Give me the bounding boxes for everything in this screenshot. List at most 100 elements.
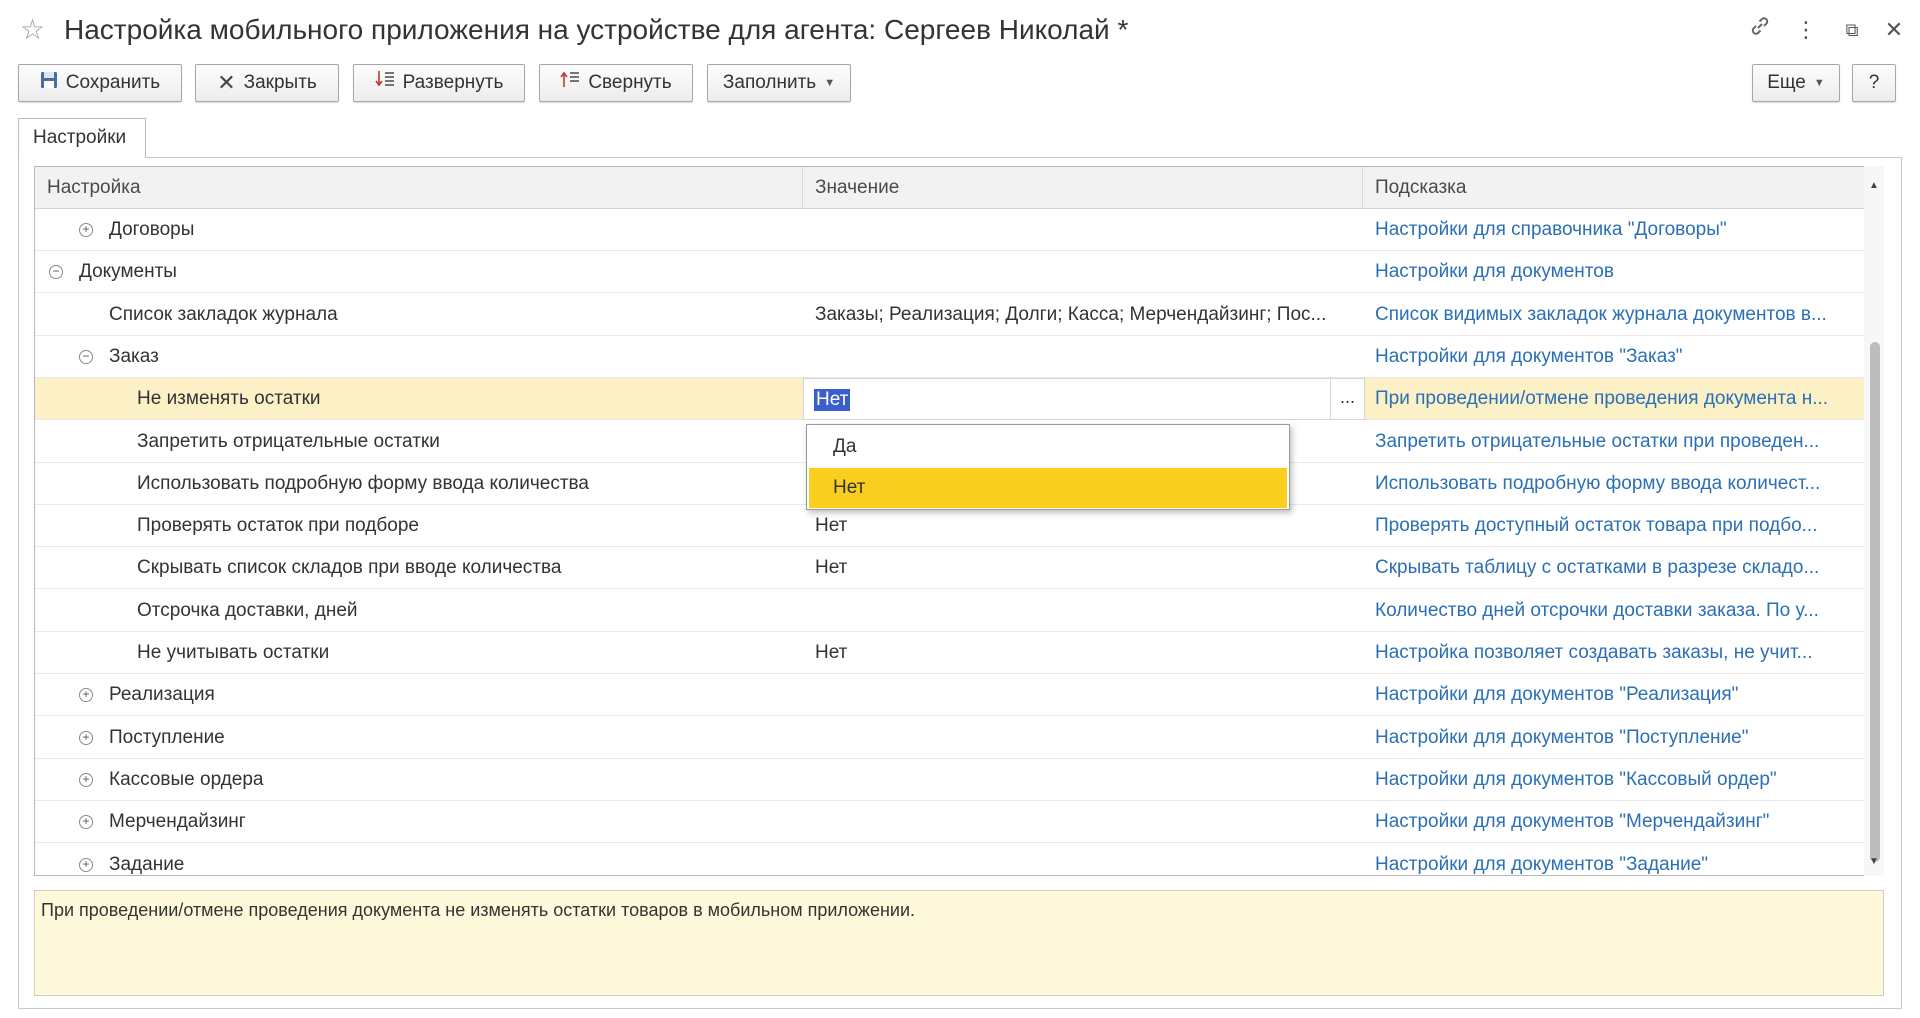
setting-name-cell[interactable]: Использовать подробную форму ввода колич… — [35, 463, 803, 505]
setting-name-cell[interactable]: + Реализация — [35, 674, 803, 716]
setting-value-cell[interactable]: Заказы; Реализация; Долги; Касса; Мерчен… — [803, 294, 1363, 336]
setting-value-cell[interactable]: Нет — [803, 632, 1363, 674]
table-row[interactable]: + Поступление Настройки для документов "По… — [35, 717, 1865, 759]
scroll-thumb[interactable] — [1870, 342, 1880, 862]
scroll-up-icon[interactable]: ▲ — [1864, 176, 1884, 196]
column-header-value[interactable]: Значение — [803, 167, 1363, 209]
setting-value-cell[interactable] — [803, 801, 1363, 843]
setting-value-cell[interactable] — [803, 590, 1363, 632]
close-label: Закрыть — [243, 72, 317, 93]
table-row[interactable]: + Задание Настройки для документов "Задани… — [35, 844, 1865, 875]
dropdown-option[interactable]: Нет — [809, 468, 1287, 508]
chevron-down-icon: ▼ — [824, 77, 836, 89]
setting-name-cell[interactable]: Запретить отрицательные остатки — [35, 421, 803, 463]
expand-node-icon[interactable]: + — [79, 223, 93, 237]
setting-name-cell[interactable]: + Задание — [35, 844, 803, 875]
expand-button[interactable]: Развернуть — [353, 64, 525, 102]
setting-value-cell[interactable] — [803, 336, 1363, 378]
setting-hint-cell[interactable]: Настройки для документов — [1363, 251, 1863, 293]
table-row[interactable]: + Мерчендайзинг Настройки для документов "… — [35, 801, 1865, 843]
setting-name-cell[interactable]: Проверять остаток при подборе — [35, 505, 803, 547]
star-icon[interactable]: ☆ — [20, 14, 45, 46]
table-row[interactable]: + Кассовые ордера Настройки для документов… — [35, 759, 1865, 801]
setting-hint-cell[interactable]: Запретить отрицательные остатки при пров… — [1363, 421, 1863, 463]
setting-hint-cell[interactable]: Использовать подробную форму ввода колич… — [1363, 463, 1863, 505]
setting-value-cell[interactable] — [803, 844, 1363, 875]
setting-name-cell[interactable]: Список закладок журнала — [35, 294, 803, 336]
collapse-node-icon[interactable]: − — [79, 350, 93, 364]
setting-value-cell[interactable]: Нет — [803, 505, 1363, 547]
tab-settings-label: Настройки — [33, 127, 127, 148]
table-row[interactable]: Проверять остаток при подборе Нет Проверят… — [35, 505, 1865, 547]
expand-node-icon[interactable]: + — [79, 815, 93, 829]
setting-hint-cell[interactable]: Настройки для документов "Кассовый ордер… — [1363, 759, 1863, 801]
setting-name-cell[interactable]: − Документы — [35, 251, 803, 293]
hint-panel: При проведении/отмене проведения докумен… — [34, 890, 1884, 996]
setting-name-cell[interactable]: + Мерчендайзинг — [35, 801, 803, 843]
link-icon[interactable] — [1744, 14, 1776, 46]
save-button[interactable]: Сохранить — [18, 64, 182, 102]
value-input[interactable]: Нет... — [803, 378, 1365, 420]
setting-value-cell[interactable] — [803, 717, 1363, 759]
table-row[interactable]: + Реализация Настройки для документов "Реа… — [35, 674, 1865, 716]
fill-button[interactable]: Заполнить ▼ — [707, 64, 851, 102]
setting-value-cell[interactable] — [803, 251, 1363, 293]
expand-node-icon[interactable]: + — [79, 858, 93, 872]
expand-node-icon[interactable]: + — [79, 731, 93, 745]
expand-node-icon[interactable]: + — [79, 773, 93, 787]
table-row[interactable]: Список закладок журнала Заказы; Реализаци… — [35, 294, 1865, 336]
table-row[interactable]: Отсрочка доставки, дней Количество дней о… — [35, 590, 1865, 632]
setting-hint-cell[interactable]: Количество дней отсрочки доставки заказа… — [1363, 590, 1863, 632]
table-row[interactable]: Не учитывать остатки Нет Настройка позволя… — [35, 632, 1865, 674]
setting-value-cell[interactable] — [803, 674, 1363, 716]
setting-name-cell[interactable]: + Кассовые ордера — [35, 759, 803, 801]
setting-name: Не изменять остатки — [137, 388, 321, 409]
close-button[interactable]: ✕ Закрыть — [195, 64, 339, 102]
setting-name: Список закладок журнала — [109, 304, 338, 325]
setting-value-cell[interactable]: Нет — [803, 547, 1363, 589]
setting-name-cell[interactable]: Не учитывать остатки — [35, 632, 803, 674]
setting-hint-cell[interactable]: Настройки для документов "Заказ" — [1363, 336, 1863, 378]
more-label: Еще — [1767, 72, 1806, 93]
setting-value-cell[interactable] — [803, 759, 1363, 801]
table-row[interactable]: − Заказ Настройки для документов "Заказ" — [35, 336, 1865, 378]
setting-hint-cell[interactable]: Скрывать таблицу с остатками в разрезе с… — [1363, 547, 1863, 589]
x-icon: ✕ — [217, 70, 236, 95]
setting-name-cell[interactable]: + Поступление — [35, 717, 803, 759]
setting-hint-cell[interactable]: Настройки для документов "Задание" — [1363, 844, 1863, 875]
dropdown-option[interactable]: Да — [809, 427, 1287, 467]
setting-hint-cell[interactable]: При проведении/отмене проведения докумен… — [1363, 378, 1863, 420]
setting-hint-cell[interactable]: Настройка позволяет создавать заказы, не… — [1363, 632, 1863, 674]
setting-name-cell[interactable]: Отсрочка доставки, дней — [35, 590, 803, 632]
collapse-button[interactable]: Свернуть — [539, 64, 693, 102]
setting-hint-cell[interactable]: Настройки для документов "Поступление" — [1363, 717, 1863, 759]
select-value-button[interactable]: ... — [1330, 379, 1364, 419]
table-row[interactable]: − Документы Настройки для документов — [35, 251, 1865, 293]
setting-name-cell[interactable]: + Договоры — [35, 209, 803, 251]
kebab-menu-icon[interactable]: ⋮ — [1790, 14, 1822, 46]
setting-name: Заказ — [109, 346, 159, 367]
restore-window-icon[interactable]: ⧉ — [1836, 14, 1868, 46]
column-header-setting[interactable]: Настройка — [35, 167, 803, 209]
setting-hint-cell[interactable]: Настройки для справочника "Договоры" — [1363, 209, 1863, 251]
close-window-icon[interactable]: ✕ — [1878, 14, 1910, 46]
table-row[interactable]: + Договоры Настройки для справочника "Дого… — [35, 209, 1865, 251]
setting-hint-cell[interactable]: Проверять доступный остаток товара при п… — [1363, 505, 1863, 547]
collapse-node-icon[interactable]: − — [49, 265, 63, 279]
more-button[interactable]: Еще ▼ — [1752, 64, 1840, 102]
scroll-down-icon[interactable]: ▼ — [1864, 852, 1884, 872]
help-button[interactable]: ? — [1852, 64, 1896, 102]
expand-node-icon[interactable]: + — [79, 688, 93, 702]
setting-name-cell[interactable]: − Заказ — [35, 336, 803, 378]
setting-hint-cell[interactable]: Список видимых закладок журнала документ… — [1363, 294, 1863, 336]
vertical-scrollbar[interactable]: ▲ ▼ — [1864, 166, 1884, 876]
setting-value-cell[interactable] — [803, 209, 1363, 251]
tab-settings[interactable]: Настройки — [18, 118, 146, 158]
setting-name-cell[interactable]: Не изменять остатки — [35, 378, 803, 420]
setting-name-cell[interactable]: Скрывать список складов при вводе количе… — [35, 547, 803, 589]
table-row[interactable]: Скрывать список складов при вводе количе… — [35, 547, 1865, 589]
setting-hint-cell[interactable]: Настройки для документов "Мерчендайзинг" — [1363, 801, 1863, 843]
setting-hint-cell[interactable]: Настройки для документов "Реализация" — [1363, 674, 1863, 716]
column-header-hint[interactable]: Подсказка — [1363, 167, 1865, 209]
table-row[interactable]: Не изменять остатки Нет... При проведении/… — [35, 378, 1865, 420]
